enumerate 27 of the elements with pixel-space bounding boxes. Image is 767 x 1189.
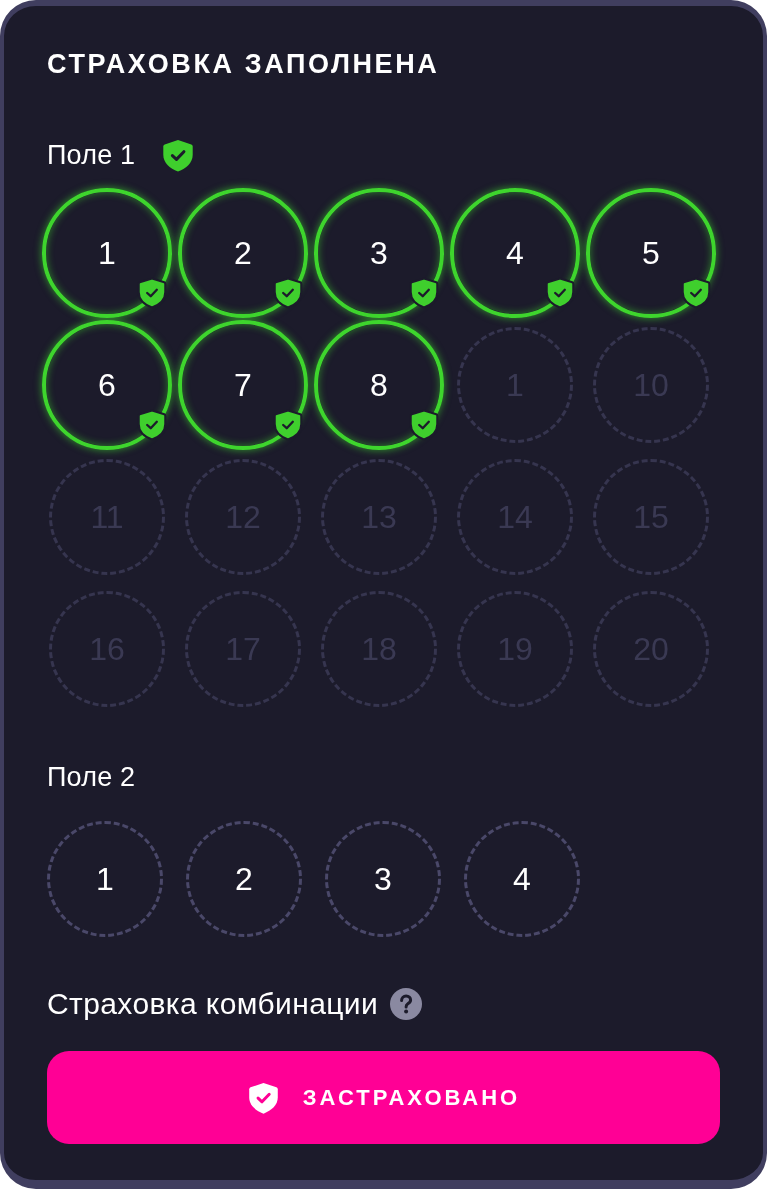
number-ball[interactable]: 1 [42,188,172,318]
number-ball[interactable]: 7 [178,320,308,450]
panel-title: СТРАХОВКА ЗАПОЛНЕНА [47,48,440,80]
insured-button[interactable]: ЗАСТРАХОВАНО [47,1051,720,1144]
number-ball[interactable]: 2 [186,821,302,937]
field-label: Поле 1 [47,139,136,171]
number-ball[interactable]: 8 [314,320,444,450]
help-icon[interactable] [390,988,423,1020]
shield-check-icon [545,277,575,309]
shield-check-icon [137,409,167,441]
shield-check-icon [273,409,303,441]
number-ball[interactable]: 1 [47,821,163,937]
number-ball[interactable]: 6 [42,320,172,450]
number-ball[interactable]: 4 [450,188,580,318]
number-ball[interactable]: 4 [464,821,580,937]
number-ball[interactable]: 3 [314,188,444,318]
number-ball[interactable]: 2 [178,188,308,318]
combination-label: Страховка комбинации [47,987,379,1021]
shield-check-icon [137,277,167,309]
shield-check-icon [246,1080,280,1115]
number-ball[interactable]: 5 [586,188,716,318]
field-label: Поле 2 [47,761,136,793]
shield-check-icon [409,409,439,441]
shield-check-icon [273,277,303,309]
number-ball[interactable]: 3 [325,821,441,937]
shield-check-icon [409,277,439,309]
shield-check-icon [681,277,711,309]
